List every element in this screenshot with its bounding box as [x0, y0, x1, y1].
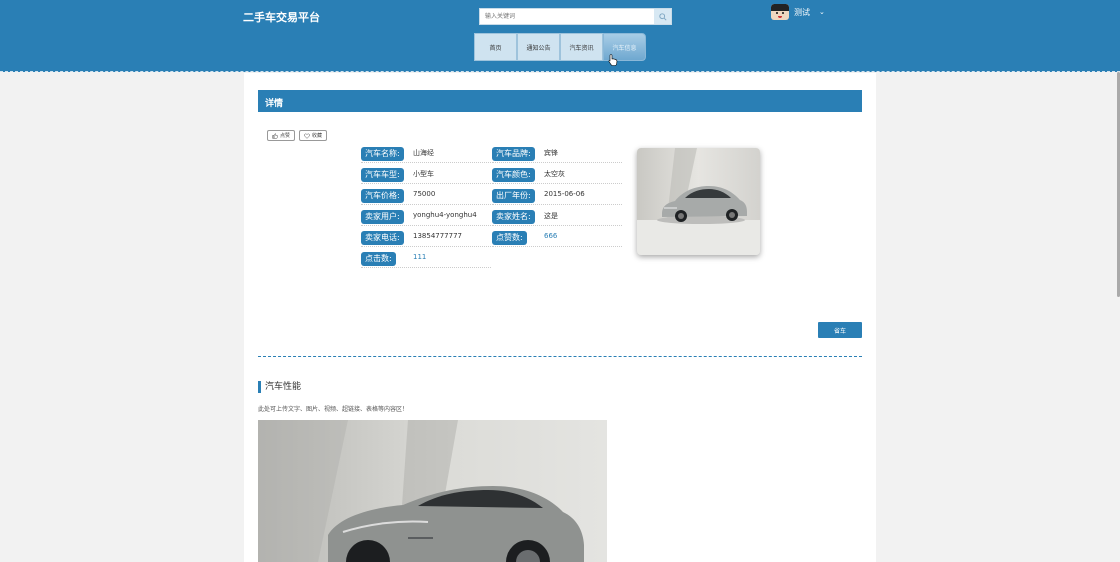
favorite-label: 收藏 — [312, 133, 323, 139]
hand-cursor-icon — [608, 54, 618, 66]
field-like-count: 点赞数: 666 — [492, 231, 622, 247]
favorite-button[interactable]: 收藏 — [299, 130, 328, 141]
field-label: 卖家姓名: — [492, 210, 535, 224]
like-label: 点赞 — [280, 133, 291, 139]
field-manufacture-year: 出厂年份: 2015-06-06 — [492, 189, 622, 205]
performance-description: 此处可上传文字、图片、视频、超链接、表格等内容区！ — [258, 406, 409, 413]
field-value: 这是 — [544, 212, 558, 220]
field-value: 山海经 — [413, 149, 434, 157]
user-menu[interactable]: 测试 ⌄ — [771, 4, 825, 20]
field-car-name: 汽车名称: 山海经 — [361, 147, 491, 163]
field-value: 太空灰 — [544, 170, 565, 178]
field-car-brand: 汽车品牌: 宾锋 — [492, 147, 622, 163]
field-label: 汽车颜色: — [492, 168, 535, 182]
field-label: 出厂年份: — [492, 189, 535, 203]
field-car-type: 汽车车型: 小型车 — [361, 168, 491, 184]
field-value: 2015-06-06 — [544, 190, 585, 198]
field-label: 卖家电话: — [361, 231, 404, 245]
section-divider — [258, 356, 862, 357]
nav-item-notices[interactable]: 通知公告 — [517, 33, 560, 61]
nav-item-home[interactable]: 首页 — [474, 33, 517, 61]
field-label: 汽车价格: — [361, 189, 404, 203]
site-header: 二手车交易平台 测试 ⌄ 首页 通知公告 汽车资讯 汽车信息 — [0, 0, 1120, 72]
field-seller-phone: 卖家电话: 13854777777 — [361, 231, 491, 247]
performance-image — [258, 420, 607, 562]
field-car-color: 汽车颜色: 太空灰 — [492, 168, 622, 184]
field-car-price: 汽车价格: 75000 — [361, 189, 491, 205]
site-title[interactable]: 二手车交易平台 — [243, 9, 320, 25]
avatar[interactable] — [771, 4, 789, 20]
user-name[interactable]: 测试 — [794, 7, 810, 18]
field-value: 宾锋 — [544, 149, 558, 157]
chevron-down-icon[interactable]: ⌄ — [819, 8, 825, 16]
main-nav: 首页 通知公告 汽车资讯 汽车信息 — [474, 33, 646, 61]
heart-icon — [304, 133, 310, 139]
field-label: 卖家用户: — [361, 210, 404, 224]
car-photo — [637, 148, 760, 255]
field-value: yonghu4-yonghu4 — [413, 211, 477, 219]
field-value: 13854777777 — [413, 232, 462, 240]
main-content: 详情 点赞 收藏 汽车名称: 山海经 汽车品牌: 宾锋 汽车车型: 小型车 汽车… — [244, 73, 876, 562]
like-button[interactable]: 点赞 — [267, 130, 296, 141]
field-seller-account: 卖家用户: yonghu4-yonghu4 — [361, 210, 491, 226]
search-icon — [658, 12, 667, 21]
search-box — [479, 8, 672, 25]
field-label: 点赞数: — [492, 231, 527, 245]
field-label: 汽车车型: — [361, 168, 404, 182]
buy-car-button[interactable]: 省车 — [818, 322, 862, 338]
field-value: 111 — [413, 253, 427, 261]
field-label: 汽车名称: — [361, 147, 404, 161]
thumbs-up-icon — [272, 132, 278, 139]
search-input[interactable] — [480, 9, 655, 24]
nav-item-news[interactable]: 汽车资讯 — [560, 33, 603, 61]
field-seller-name: 卖家姓名: 这是 — [492, 210, 622, 226]
action-buttons: 点赞 收藏 — [267, 130, 328, 141]
field-value: 75000 — [413, 190, 436, 198]
field-value: 小型车 — [413, 170, 434, 178]
field-click-count: 点击数: 111 — [361, 252, 491, 268]
field-value: 666 — [544, 232, 558, 240]
search-button[interactable] — [654, 9, 671, 24]
performance-title: 汽车性能 — [258, 381, 301, 393]
field-label: 汽车品牌: — [492, 147, 535, 161]
field-label: 点击数: — [361, 252, 396, 266]
detail-section-title: 详情 — [258, 90, 862, 112]
